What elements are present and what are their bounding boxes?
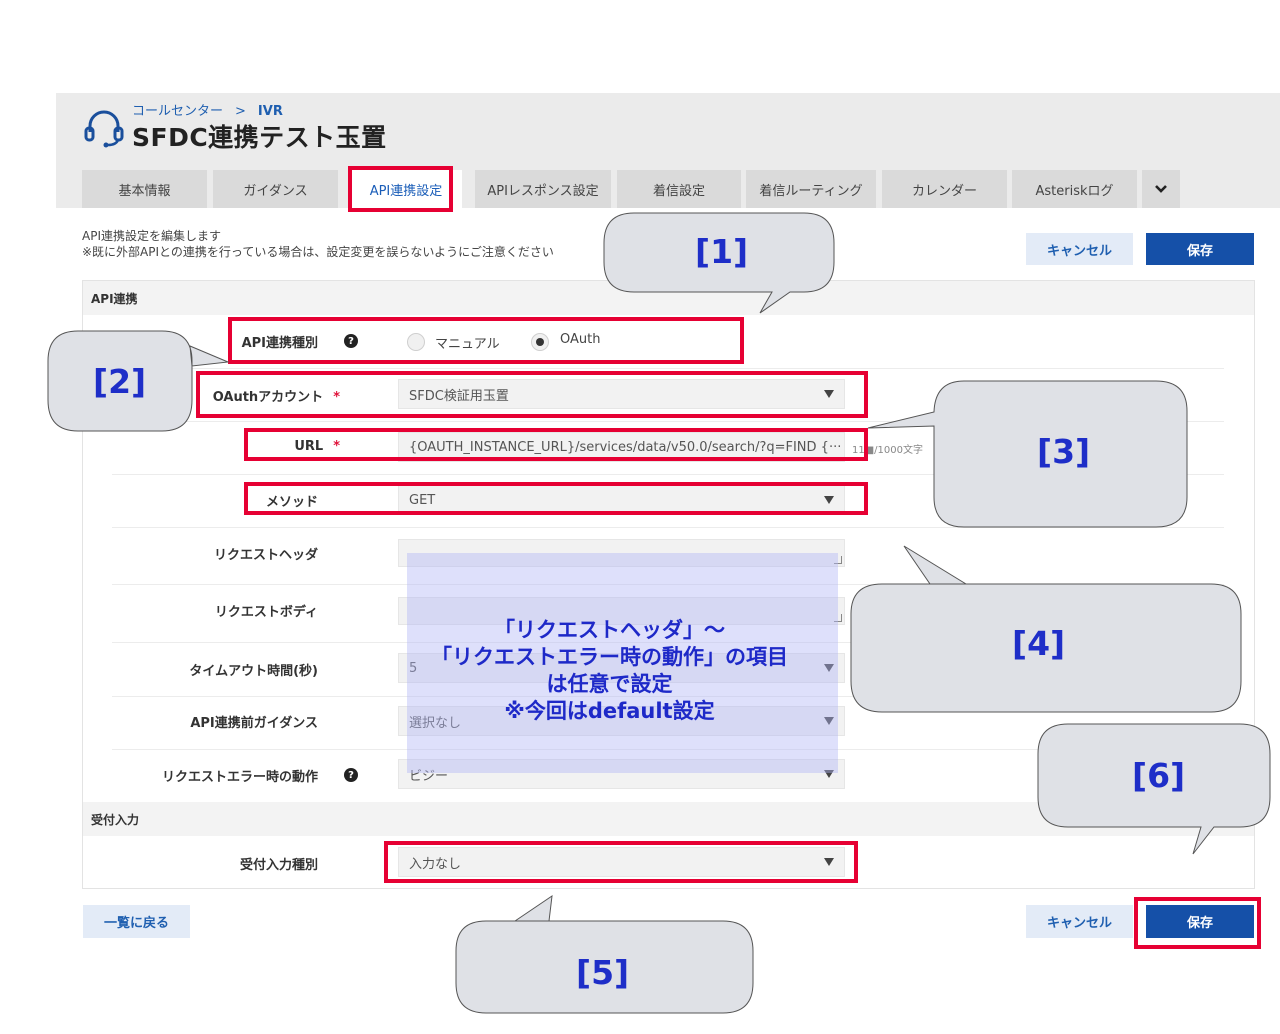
tab-incoming-settings[interactable]: 着信設定 (617, 170, 741, 208)
request-body-label: リクエストボディ (214, 605, 318, 620)
highlight-input-type (384, 841, 858, 883)
row-divider (112, 368, 1224, 369)
tab-more-button[interactable] (1142, 170, 1180, 208)
pre-guidance-label: API連携前ガイダンス (190, 716, 318, 731)
tab-api-response[interactable]: APIレスポンス設定 (475, 170, 611, 208)
highlight-api-type (228, 317, 744, 364)
highlight-url (244, 428, 868, 461)
callout-label-3: [3] (1037, 432, 1091, 471)
timeout-label: タイムアウト時間(秒) (189, 664, 318, 679)
tab-asterisk-log[interactable]: Asteriskログ (1012, 170, 1137, 208)
callout-label-4: [4] (1012, 624, 1066, 663)
breadcrumb: コールセンター > IVR (132, 100, 283, 119)
breadcrumb-parent-link[interactable]: コールセンター (132, 104, 223, 119)
breadcrumb-current: IVR (257, 104, 283, 119)
callout-label-6: [6] (1132, 756, 1186, 795)
input-type-label: 受付入力種別 (239, 858, 318, 873)
overlay-annotation-text: 「リクエストヘッダ」～ 「リクエストエラー時の動作」の項目 は任意で設定 ※今回… (431, 618, 788, 723)
row-divider (112, 421, 1224, 422)
highlight-save-button (1134, 897, 1261, 949)
back-to-list-button[interactable]: 一覧に戻る (83, 905, 190, 938)
description-line-1: API連携設定を編集します (82, 229, 221, 243)
tab-incoming-routing[interactable]: 着信ルーティング (746, 170, 876, 208)
page-title: SFDC連携テスト玉置 (132, 123, 387, 152)
callout-label-2: [2] (93, 362, 147, 401)
tab-calendar[interactable]: カレンダー (882, 170, 1007, 208)
breadcrumb-separator: > (235, 104, 246, 119)
cancel-button-bottom[interactable]: キャンセル (1026, 905, 1133, 938)
error-action-label: リクエストエラー時の動作 (161, 770, 318, 785)
highlight-method (244, 482, 868, 515)
row-divider (112, 474, 1224, 475)
headset-icon (84, 110, 124, 148)
help-icon[interactable]: ? (344, 768, 358, 782)
tab-basic-info[interactable]: 基本情報 (82, 170, 207, 208)
chevron-down-icon (1155, 185, 1167, 193)
highlight-oauth-account (196, 371, 868, 418)
section-api-header: API連携 (83, 281, 1254, 315)
row-divider (112, 527, 1224, 528)
callout-label-5: [5] (576, 953, 630, 992)
tab-guidance[interactable]: ガイダンス (213, 170, 338, 208)
cancel-button-top[interactable]: キャンセル (1026, 233, 1133, 265)
highlight-api-tab (348, 166, 453, 212)
description-line-2: ※既に外部APIとの連携を行っている場合は、設定変更を誤らないようにご注意くださ… (82, 245, 554, 259)
section-input-header: 受付入力 (83, 802, 1254, 836)
save-button-top[interactable]: 保存 (1146, 233, 1254, 265)
request-header-label: リクエストヘッダ (213, 548, 318, 563)
callout-label-1: [1] (695, 232, 749, 271)
